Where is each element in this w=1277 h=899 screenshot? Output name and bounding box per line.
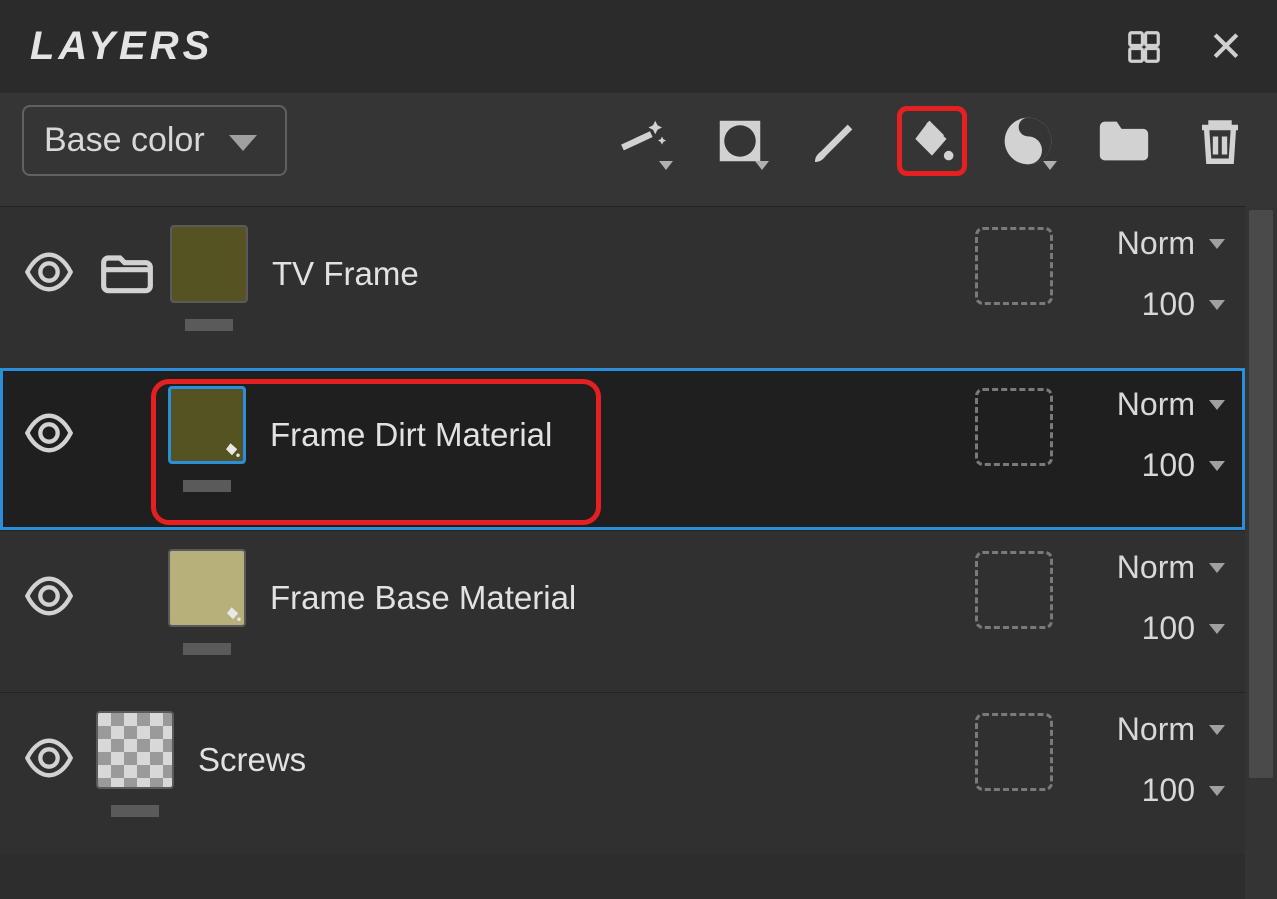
chevron-down-icon xyxy=(1209,725,1225,735)
layer-thumbnail[interactable] xyxy=(168,549,246,655)
mask-slot[interactable] xyxy=(975,713,1053,791)
chevron-down-icon xyxy=(1209,461,1225,471)
thumbnail-handle xyxy=(185,319,233,331)
mask-slot[interactable] xyxy=(975,227,1053,305)
opacity-selector[interactable]: 100 xyxy=(1075,286,1225,323)
layer-row[interactable]: Frame Base Material Norm 100 xyxy=(0,530,1245,692)
panel-options-icon[interactable] xyxy=(1123,26,1165,68)
scrollbar-thumb[interactable] xyxy=(1249,210,1273,778)
add-mask-button[interactable] xyxy=(705,106,775,176)
chevron-down-icon xyxy=(1209,624,1225,634)
chevron-down-icon xyxy=(229,135,257,151)
thumbnail-swatch xyxy=(168,386,246,464)
visibility-toggle[interactable] xyxy=(20,404,78,462)
header-controls: ✕ xyxy=(1123,26,1247,68)
channel-selector-label: Base color xyxy=(44,121,205,160)
visibility-toggle[interactable] xyxy=(20,729,78,787)
thumbnail-swatch xyxy=(168,549,246,627)
delete-layer-button[interactable] xyxy=(1185,106,1255,176)
add-paint-layer-button[interactable] xyxy=(801,106,871,176)
chevron-down-icon xyxy=(1209,300,1225,310)
panel-header: LAYERS ✕ xyxy=(0,0,1277,93)
chevron-down-icon xyxy=(755,161,769,170)
panel-title: LAYERS xyxy=(30,24,213,69)
visibility-toggle[interactable] xyxy=(20,243,78,301)
mask-slot[interactable] xyxy=(975,388,1053,466)
layers-list: TV Frame Norm 100 xyxy=(0,206,1277,854)
thumbnail-handle xyxy=(111,805,159,817)
add-folder-button[interactable] xyxy=(1089,106,1159,176)
add-fill-layer-button[interactable] xyxy=(897,106,967,176)
blend-mode-selector[interactable]: Norm xyxy=(1075,386,1225,423)
thumbnail-handle xyxy=(183,480,231,492)
chevron-down-icon xyxy=(1209,786,1225,796)
visibility-toggle[interactable] xyxy=(20,567,78,625)
layer-thumbnail[interactable] xyxy=(168,386,246,492)
thumbnail-swatch xyxy=(170,225,248,303)
layers-list-scroll[interactable]: TV Frame Norm 100 xyxy=(0,206,1277,899)
channel-selector[interactable]: Base color xyxy=(22,105,287,176)
folder-expand-icon[interactable] xyxy=(96,241,158,303)
chevron-down-icon xyxy=(659,161,673,170)
blend-mode-selector[interactable]: Norm xyxy=(1075,549,1225,586)
mask-slot[interactable] xyxy=(975,551,1053,629)
scrollbar-track[interactable] xyxy=(1245,206,1277,899)
layer-name-label[interactable]: Frame Dirt Material xyxy=(270,416,975,454)
blend-mode-selector[interactable]: Norm xyxy=(1075,711,1225,748)
fill-badge-icon xyxy=(223,441,241,459)
layer-row[interactable]: Frame Dirt Material Norm 100 xyxy=(0,368,1245,530)
layer-thumbnail[interactable] xyxy=(96,711,174,817)
chevron-down-icon xyxy=(1209,400,1225,410)
opacity-selector[interactable]: 100 xyxy=(1075,772,1225,809)
layer-thumbnail[interactable] xyxy=(170,225,248,331)
layer-row[interactable]: Screws Norm 100 xyxy=(0,692,1245,854)
close-icon[interactable]: ✕ xyxy=(1205,26,1247,68)
layer-name-label[interactable]: TV Frame xyxy=(272,255,975,293)
layer-name-label[interactable]: Frame Base Material xyxy=(270,579,975,617)
layer-action-icons xyxy=(609,106,1255,176)
chevron-down-icon xyxy=(1043,161,1057,170)
layers-panel: LAYERS ✕ Base color xyxy=(0,0,1277,899)
chevron-down-icon xyxy=(1209,239,1225,249)
add-smart-material-button[interactable] xyxy=(993,106,1063,176)
layers-toolbar: Base color xyxy=(0,93,1277,206)
add-effect-button[interactable] xyxy=(609,106,679,176)
opacity-selector[interactable]: 100 xyxy=(1075,610,1225,647)
thumbnail-handle xyxy=(183,643,231,655)
layer-name-label[interactable]: Screws xyxy=(198,741,975,779)
opacity-selector[interactable]: 100 xyxy=(1075,447,1225,484)
fill-badge-icon xyxy=(224,605,242,623)
thumbnail-swatch xyxy=(96,711,174,789)
layer-row[interactable]: TV Frame Norm 100 xyxy=(0,206,1245,368)
chevron-down-icon xyxy=(1209,563,1225,573)
blend-mode-selector[interactable]: Norm xyxy=(1075,225,1225,262)
